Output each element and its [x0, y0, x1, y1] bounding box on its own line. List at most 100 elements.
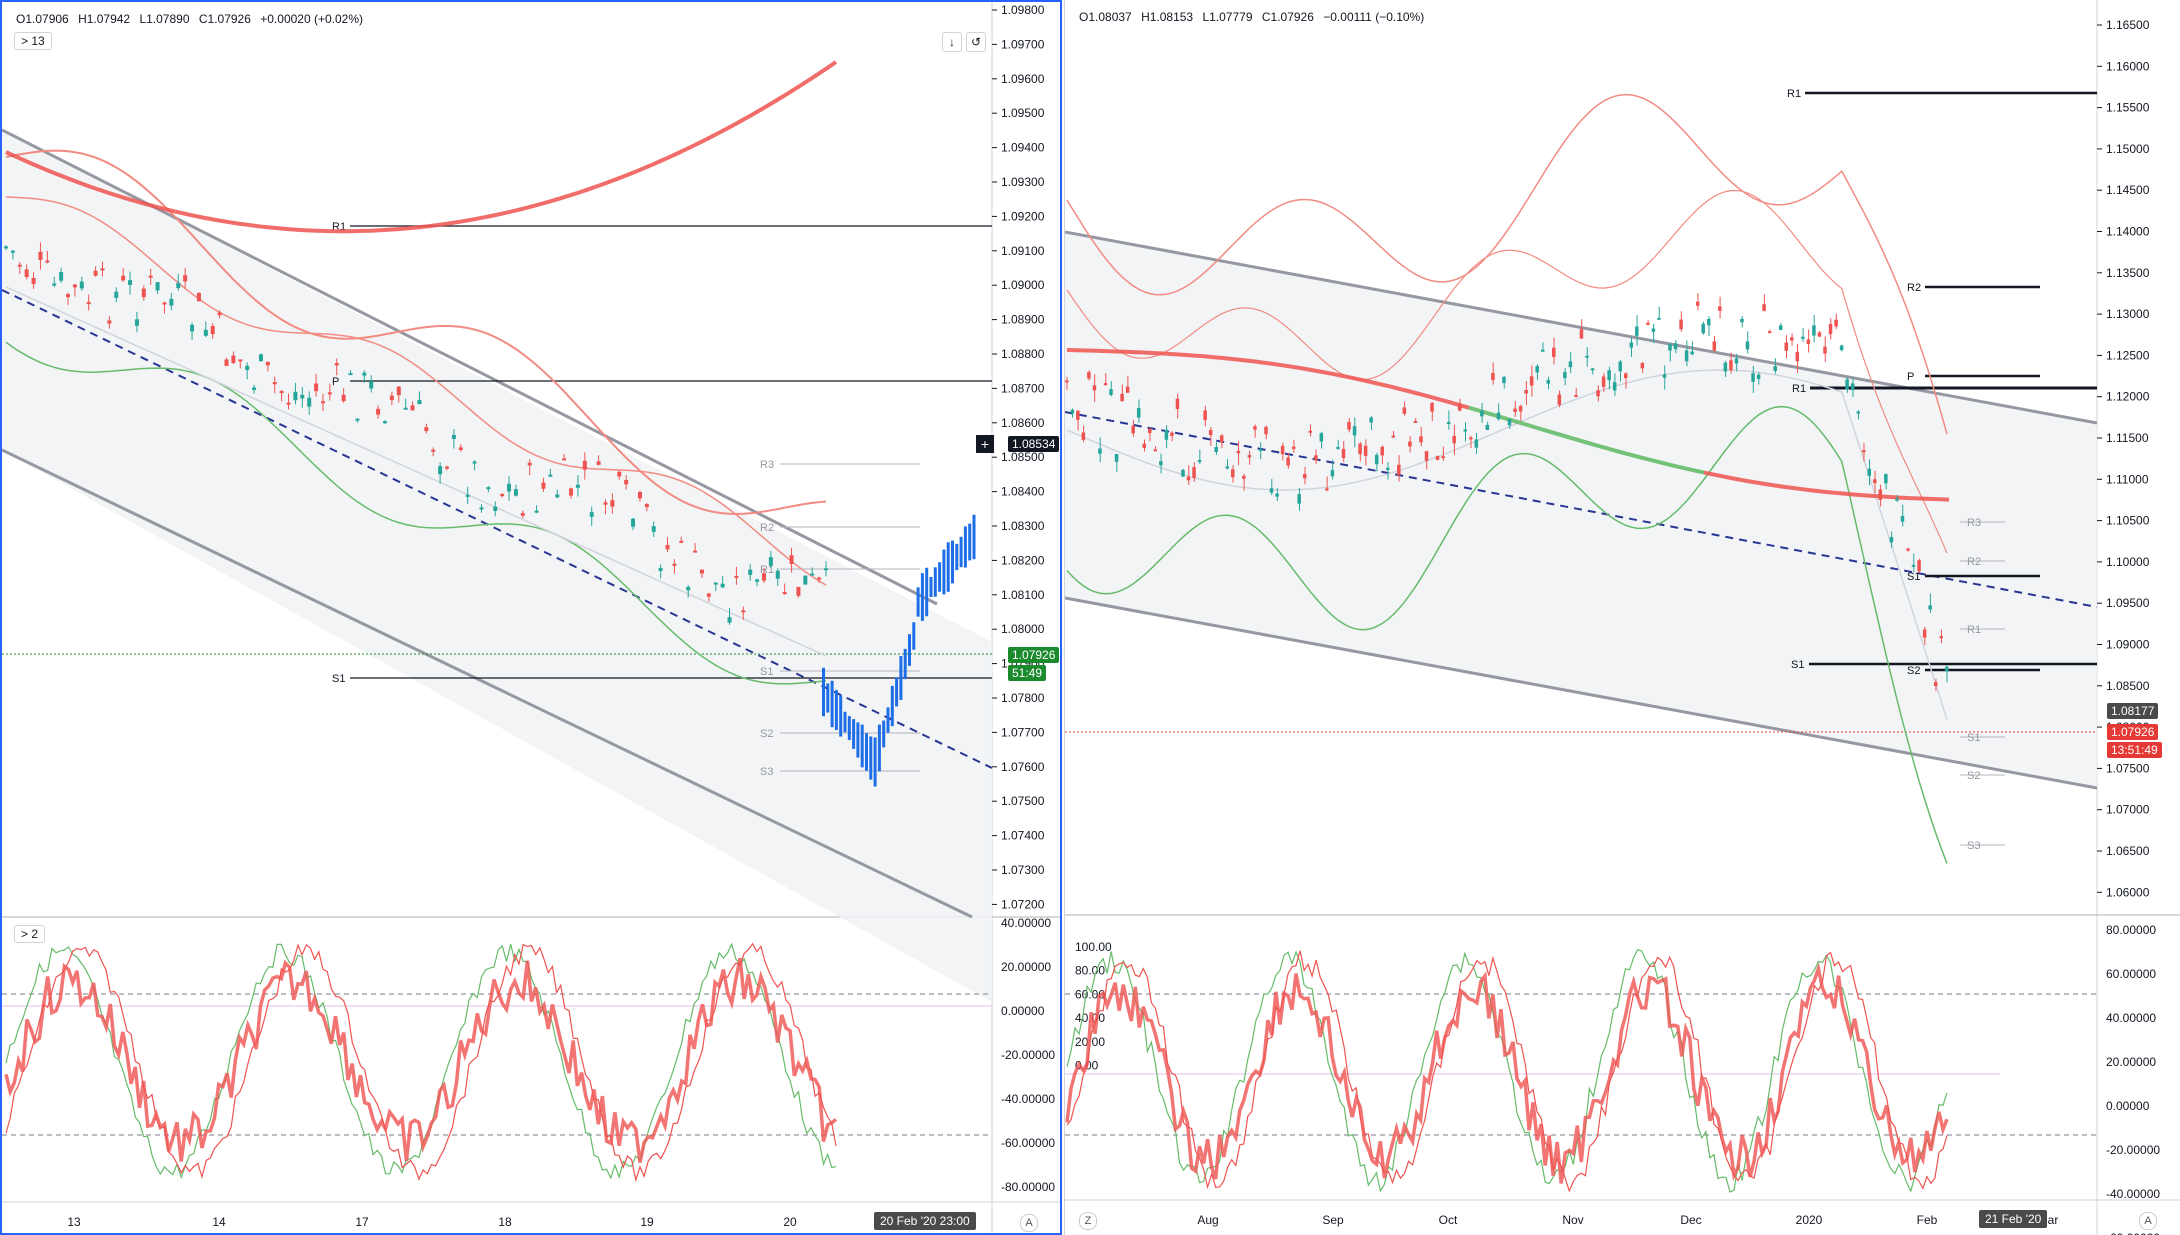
left-candle-body	[93, 270, 98, 276]
right-candle-body	[1585, 355, 1589, 358]
right-candle-body	[1098, 448, 1102, 454]
right-candle-body	[1568, 361, 1573, 368]
right-candle-body	[1640, 363, 1645, 369]
left-time-tick-label: 18	[498, 1215, 512, 1229]
right-candle-body	[1884, 474, 1888, 484]
left-selection-bar	[968, 523, 972, 561]
right-candle-body	[1695, 301, 1700, 306]
left-minor-pivot-label: R2	[760, 522, 774, 534]
left-selection-bar	[916, 587, 920, 617]
right-low-value: L1.07779	[1202, 10, 1253, 24]
right-close-value: C1.07926	[1261, 10, 1314, 24]
right-candle-body	[1729, 360, 1733, 371]
right-candle-body	[1347, 421, 1351, 430]
left-candle-body	[134, 319, 139, 326]
right-osc-tick-label: 80.00000	[2106, 923, 2156, 937]
right-candle-body	[1673, 343, 1678, 350]
right-candle-body	[1773, 366, 1777, 371]
right-candle-body	[1784, 342, 1788, 351]
left-candle-body	[224, 359, 229, 366]
right-candle-body	[1690, 351, 1694, 355]
left-price-tick-label: 1.08500	[1001, 450, 1045, 464]
left-auto-scale-button[interactable]: A	[1020, 1214, 1038, 1232]
right-candle-body	[1164, 429, 1169, 440]
right-candle-body	[1718, 306, 1722, 311]
right-candle-body	[1341, 448, 1346, 458]
right-time-tick-label: Sep	[1322, 1213, 1344, 1227]
left-time-tick-label: 17	[355, 1215, 369, 1229]
left-price-tick-label: 1.08900	[1001, 313, 1045, 327]
left-last-price: 1.07926	[1008, 647, 1060, 663]
right-candle-body	[1485, 424, 1490, 430]
right-candle-body	[1557, 394, 1562, 405]
crosshair-plus-icon[interactable]: +	[976, 435, 994, 453]
left-candle-body	[389, 395, 394, 401]
right-pivot-label: R1	[1787, 88, 1801, 100]
scroll-down-icon[interactable]: ↓	[942, 32, 962, 52]
reset-chart-icon[interactable]: ↺	[966, 32, 986, 52]
right-candle-body	[1131, 425, 1135, 434]
left-candle-body	[66, 294, 71, 298]
right-osc-left-tick-label: 80.00	[1075, 964, 1105, 978]
left-close-value: C1.07926	[198, 12, 251, 26]
right-candle-body	[1402, 407, 1407, 414]
right-zoom-button[interactable]: Z	[1079, 1212, 1097, 1230]
left-selection-bar	[946, 542, 950, 592]
left-candle-body	[183, 275, 188, 282]
left-price-tick-label: 1.09500	[1001, 106, 1045, 120]
right-price-tick-label: 1.15500	[2106, 101, 2150, 115]
right-auto-scale-button[interactable]: A	[2139, 1212, 2157, 1230]
left-candle-body	[31, 277, 36, 285]
right-candle-body	[1142, 443, 1146, 448]
left-minor-pivot-label: S3	[760, 766, 773, 778]
left-candle-body	[741, 610, 746, 613]
left-price-tick-label: 1.09000	[1001, 278, 1045, 292]
left-indicator-toggle[interactable]: > 13	[14, 32, 52, 50]
right-candle-body	[1242, 475, 1246, 479]
right-price-tick-label: 1.15000	[2106, 142, 2150, 156]
left-candle-body	[362, 372, 367, 376]
left-time-tick-label: 20	[783, 1215, 797, 1229]
right-chart-canvas[interactable]: 1.16500 1.16000 1.15500 1.15000 1.14500 1.140…	[1065, 0, 2180, 1235]
left-chart-canvas[interactable]: 1.09800 1.09700 1.09600 1.09500 1.09400 1.093…	[2, 2, 1062, 1235]
right-candle-body	[1253, 426, 1257, 430]
left-price-tick-label: 1.07300	[1001, 863, 1045, 877]
left-selection-bar	[899, 656, 903, 700]
left-chart-pane[interactable]: 1.09800 1.09700 1.09600 1.09500 1.09400 1.093…	[0, 0, 1062, 1235]
left-osc-toggle[interactable]: > 2	[14, 925, 46, 943]
right-candle-body	[1745, 341, 1750, 350]
right-candle-body	[1070, 409, 1075, 414]
right-candle-body	[1823, 346, 1827, 354]
right-candle-body	[1607, 370, 1611, 381]
right-chart-pane[interactable]: 1.16500 1.16000 1.15500 1.15000 1.14500 1.140…	[1064, 0, 2180, 1235]
right-candle-body	[1275, 493, 1279, 497]
left-price-tick-label: 1.09700	[1001, 37, 1045, 51]
left-selection-bar	[959, 536, 963, 568]
right-price-tick-label: 1.14000	[2106, 225, 2150, 239]
right-candle-body	[1928, 605, 1932, 610]
right-candle-body	[1878, 489, 1883, 500]
left-candle-body	[231, 355, 236, 363]
right-candle-body	[1668, 344, 1672, 351]
left-candle-body	[17, 264, 22, 267]
right-candle-body	[1817, 332, 1822, 337]
right-candle-body	[1386, 467, 1390, 470]
left-candle-body	[155, 282, 160, 291]
right-candle-body	[1756, 374, 1761, 379]
left-low-value: L1.07890	[139, 12, 190, 26]
left-candle-body	[258, 354, 263, 362]
left-candle-body	[479, 507, 484, 510]
right-candle-body	[1170, 432, 1174, 436]
right-candle-body	[1933, 682, 1938, 687]
right-candle-body	[1778, 325, 1783, 330]
right-candle-body	[1651, 328, 1656, 332]
left-candle-body	[527, 462, 532, 466]
right-candle-body	[1419, 436, 1423, 443]
left-candle-body	[4, 246, 8, 249]
right-candle-body	[1922, 629, 1927, 638]
right-candle-body	[1845, 379, 1849, 390]
left-selection-bar	[869, 736, 873, 780]
right-candle-body	[1812, 325, 1816, 336]
left-candle-body	[38, 251, 43, 260]
right-candle-body	[1258, 448, 1263, 451]
